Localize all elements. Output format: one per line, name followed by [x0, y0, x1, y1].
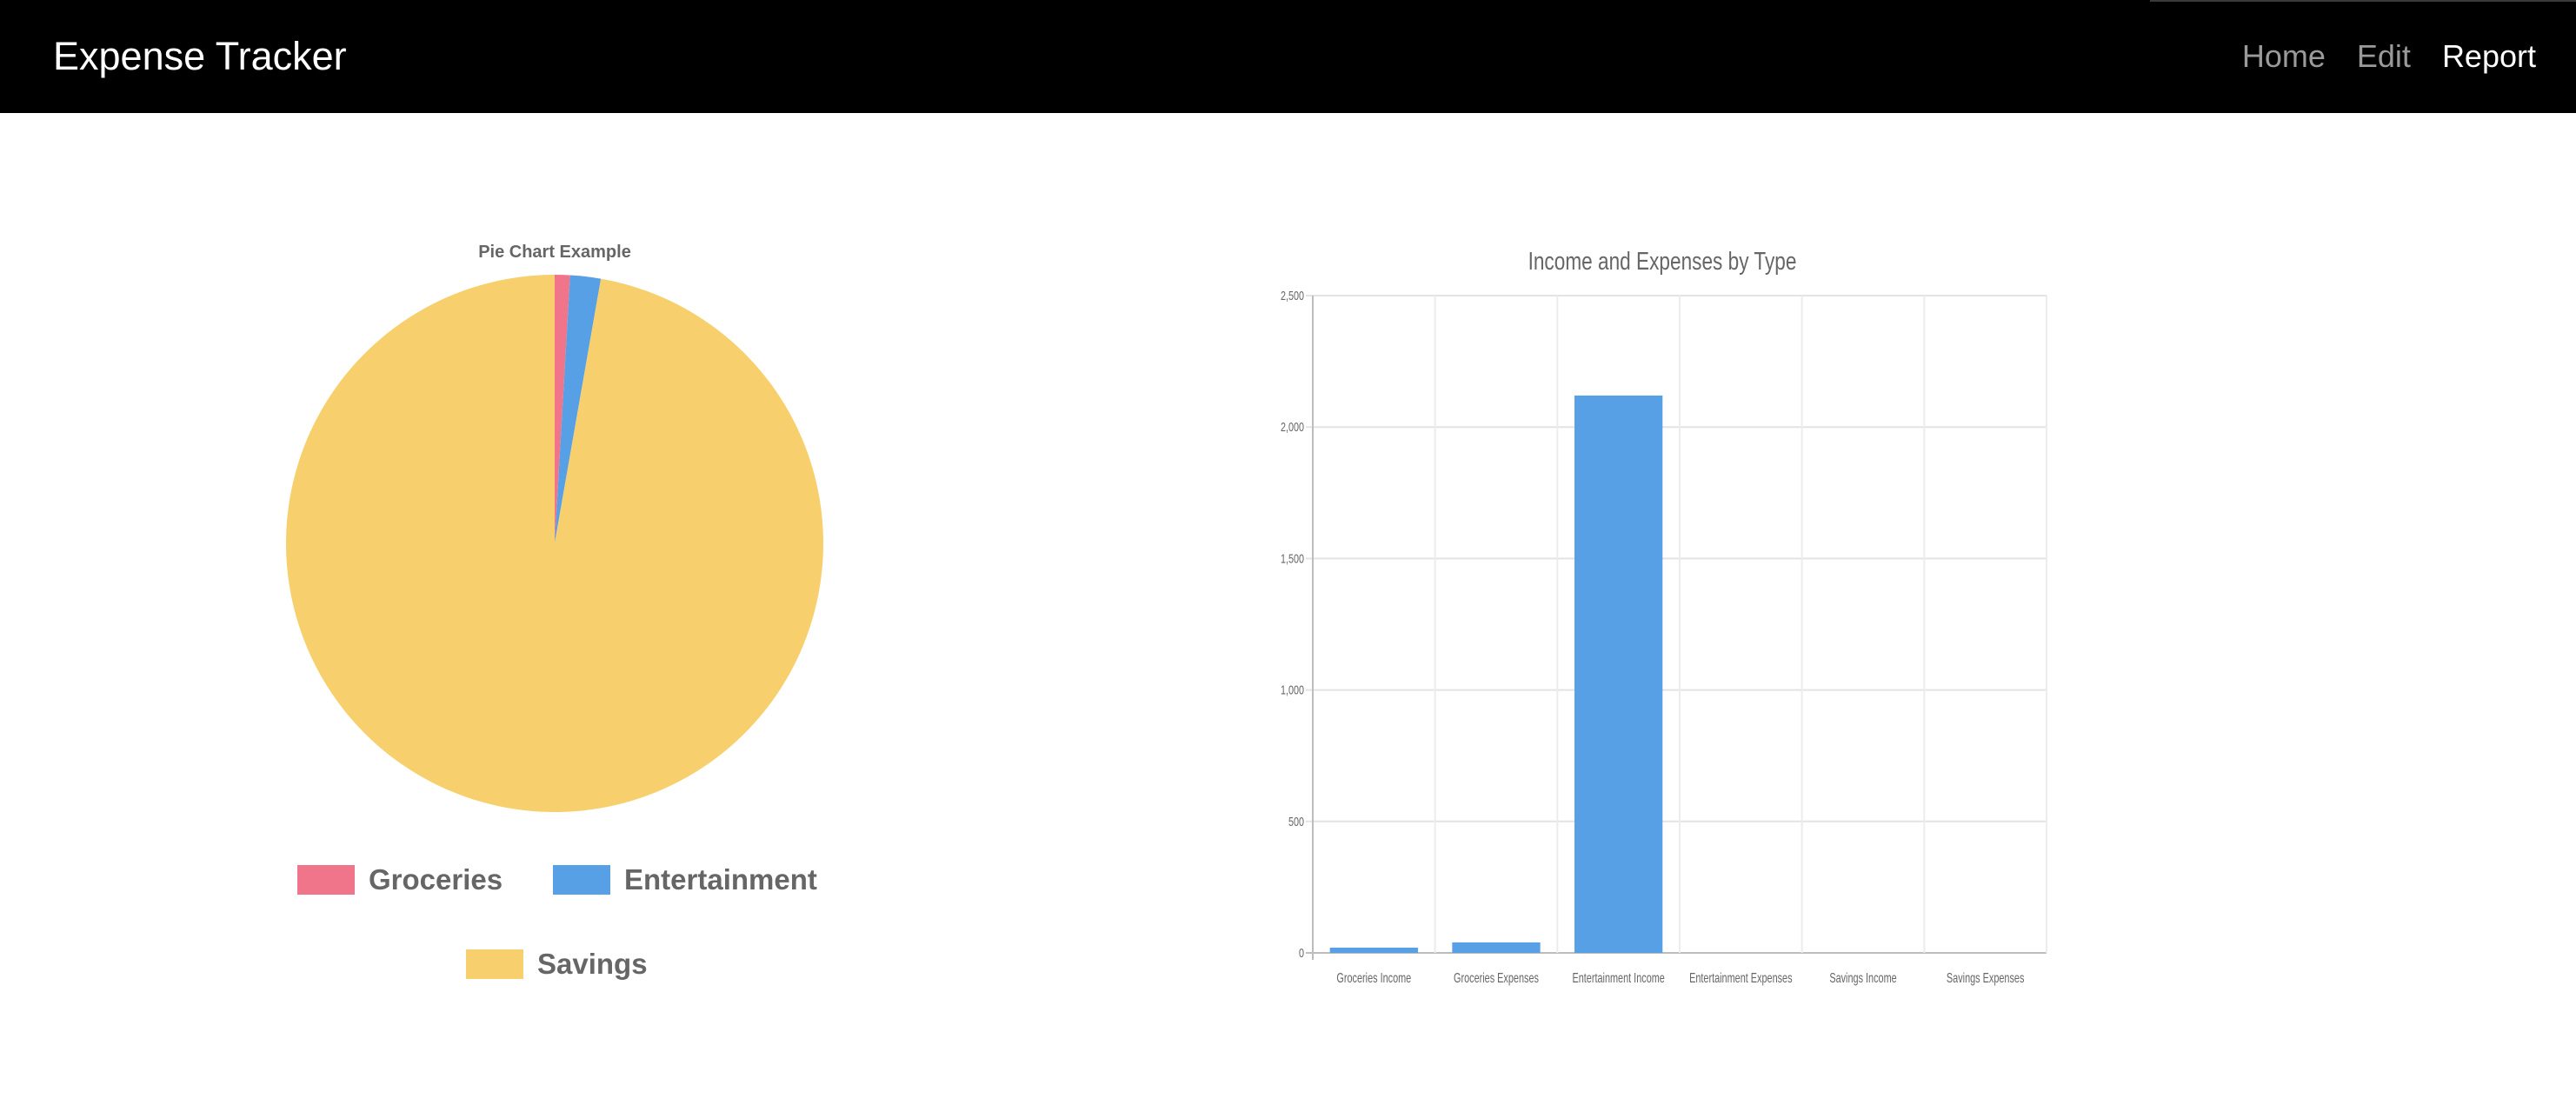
y-tick-label: 2,500	[1281, 288, 1304, 303]
navbar: Expense Tracker Home Edit Report	[0, 0, 2576, 113]
bar-groceries-income[interactable]	[1329, 947, 1418, 953]
bar-chart-title: Income and Expenses by Type	[1528, 246, 1797, 275]
x-tick-label: Savings Income	[1829, 970, 1896, 986]
brand-link[interactable]: Expense Tracker	[53, 34, 347, 79]
x-tick-label: Groceries Expenses	[1454, 970, 1539, 986]
nav-links: Home Edit Report	[2242, 38, 2536, 75]
legend-swatch	[466, 949, 523, 979]
legend-label: Groceries	[369, 863, 503, 896]
x-tick-label: Savings Expenses	[1947, 970, 2025, 986]
x-tick-label: Groceries Income	[1336, 970, 1411, 986]
pie-chart-title: Pie Chart Example	[478, 243, 631, 262]
bar-entertainment-income[interactable]	[1574, 395, 1663, 953]
nav-link-report[interactable]: Report	[2442, 38, 2536, 75]
legend-item-entertainment[interactable]: Entertainment	[553, 863, 817, 896]
legend-item-savings[interactable]: Savings	[466, 948, 648, 981]
y-tick-label: 0	[1299, 945, 1304, 960]
legend-swatch	[553, 865, 610, 895]
legend-label: Entertainment	[624, 863, 817, 896]
legend-swatch	[297, 865, 355, 895]
pie-slice-savings[interactable]	[285, 275, 823, 813]
pie-chart-panel: Pie Chart Example Groceries Entertainment…	[261, 226, 852, 1009]
x-tick-label: Entertainment Expenses	[1689, 970, 1793, 986]
legend-label: Savings	[537, 948, 648, 980]
bar-chart: Income and Expenses by Type 0 500 1,000 1,50…	[1281, 246, 2047, 986]
y-tick-label: 500	[1288, 814, 1304, 829]
y-tick-label: 2,000	[1281, 419, 1304, 434]
legend-item-groceries[interactable]: Groceries	[297, 863, 503, 896]
nav-link-home[interactable]: Home	[2242, 38, 2326, 75]
y-tick-label: 1,000	[1281, 683, 1304, 697]
nav-link-edit[interactable]: Edit	[2357, 38, 2411, 75]
y-tick-label: 1,500	[1281, 551, 1304, 566]
x-tick-label: Entertainment Income	[1572, 970, 1664, 986]
bar-chart-panel: Income and Expenses by Type 0 500 1,000 1,50…	[1243, 235, 2060, 1017]
bar-groceries-expenses[interactable]	[1452, 942, 1541, 953]
